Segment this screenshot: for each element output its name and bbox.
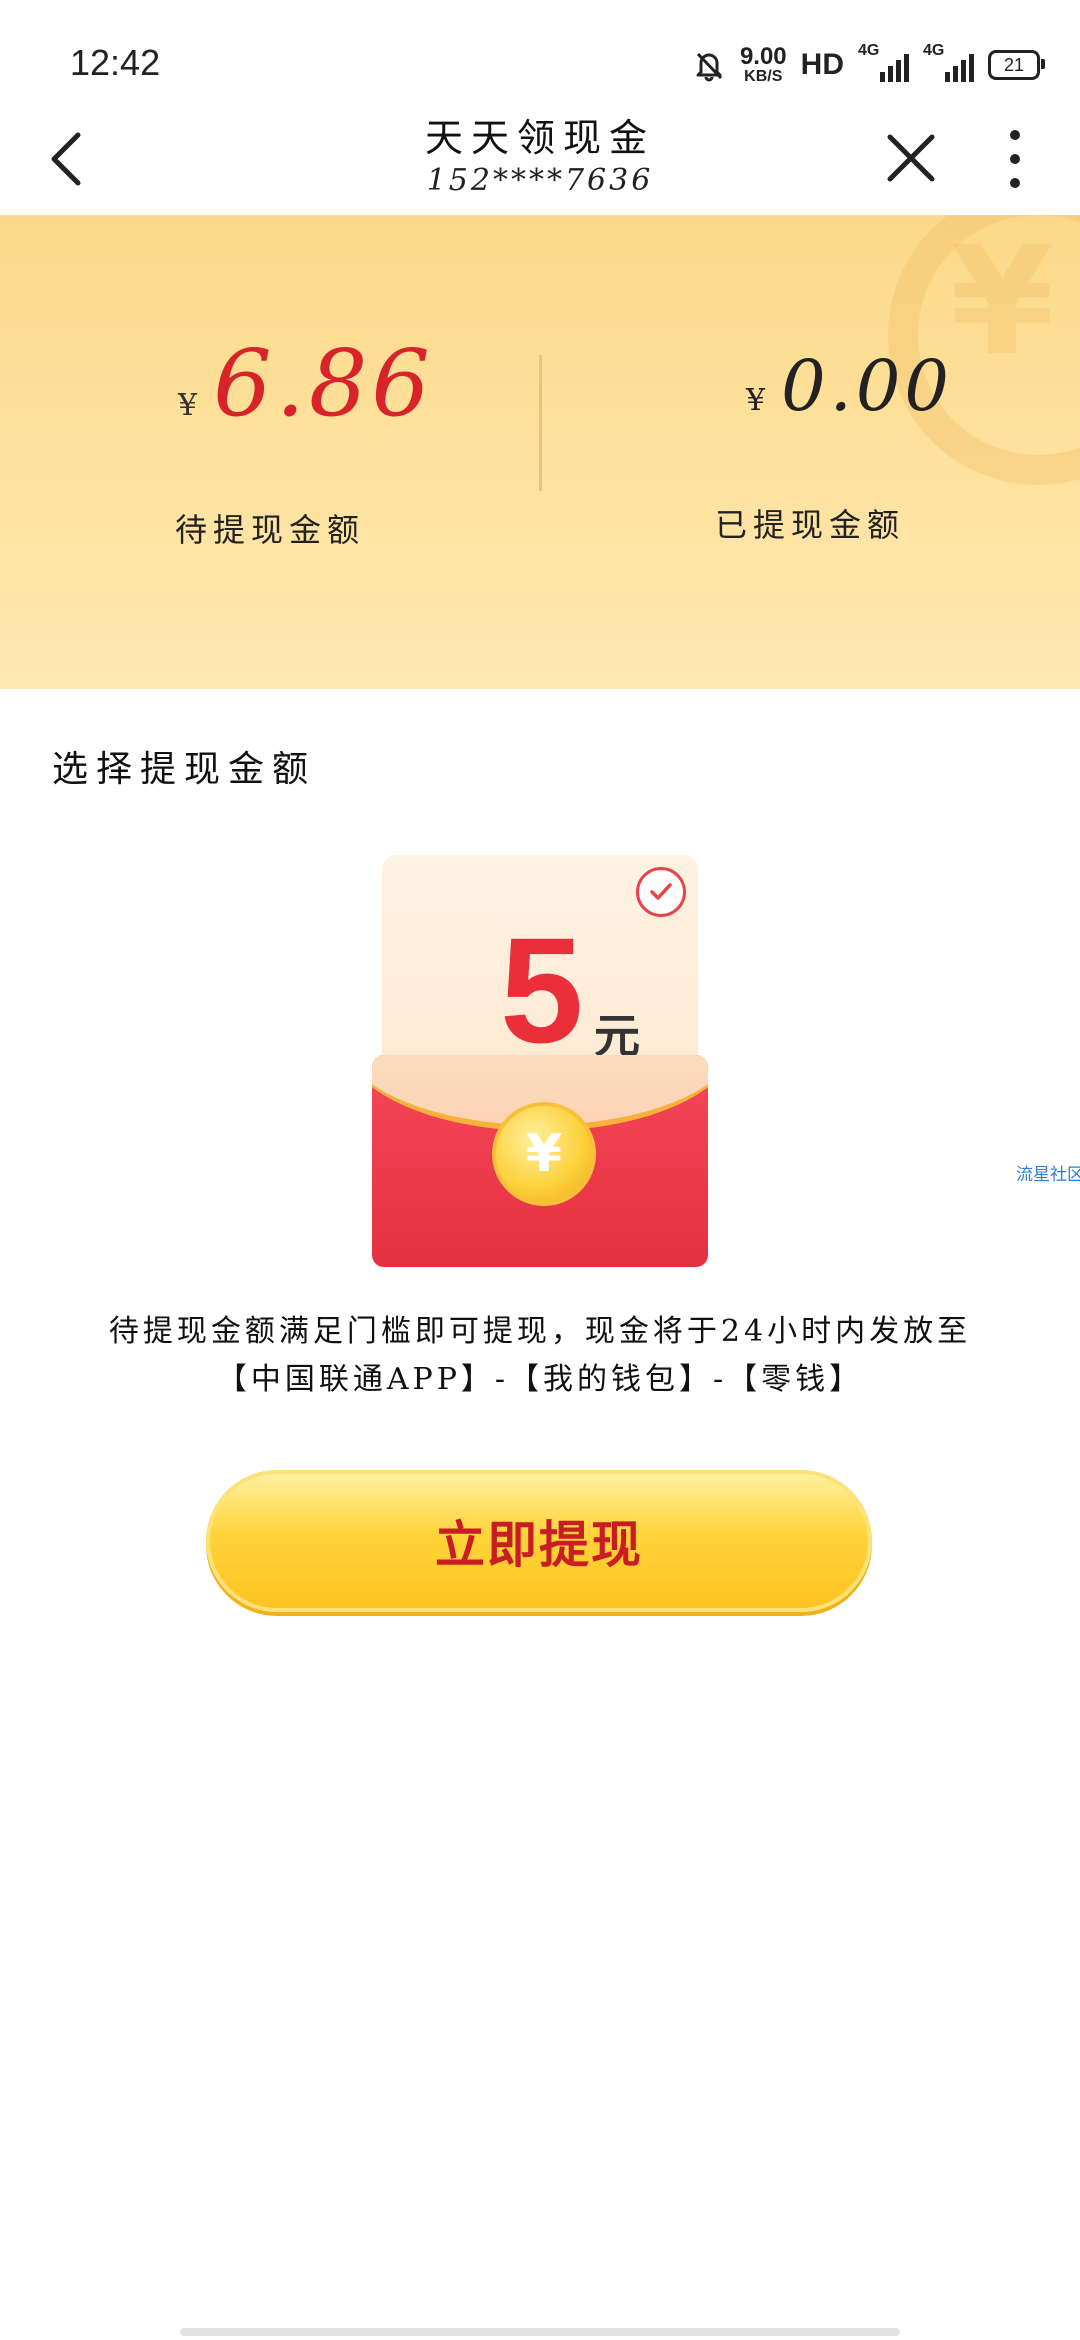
balance-banner: ¥ ¥ 6.86 ¥ 0.00 待提现金额 已提现金额 (0, 215, 1080, 689)
option-value: 5 (500, 906, 584, 1074)
withdrawn-currency: ¥ (746, 383, 766, 418)
more-button[interactable] (990, 123, 1040, 193)
watermark-text: 流星社区 (1016, 1165, 1080, 1184)
net-speed-value: 9.00 (739, 43, 787, 70)
close-icon (887, 134, 935, 182)
home-indicator[interactable] (180, 2328, 900, 2336)
withdrawn-amount: ¥ 0.00 (746, 345, 953, 427)
pending-amount: ¥ 6.86 (178, 330, 434, 437)
pending-amount-label: 待提现金额 (175, 511, 366, 549)
bell-muted-icon (696, 52, 723, 82)
status-bar: 12:42 9.00 KB/S HD 4G 4G 21 (0, 0, 1080, 105)
signal-icon-1: 4G (858, 42, 909, 82)
more-vertical-icon (1010, 130, 1020, 188)
nav-bar: 天天领现金 152****7636 (0, 105, 1080, 215)
close-button[interactable] (878, 123, 944, 193)
battery-icon: 21 (988, 50, 1045, 80)
withdraw-now-button[interactable]: 立即提现 (206, 1470, 872, 1612)
battery-level: 21 (1003, 54, 1025, 75)
signal-icon-2: 4G (923, 42, 974, 82)
signal-1-label: 4G (858, 42, 880, 59)
hd-label: HD (800, 48, 844, 81)
chevron-left-icon (51, 132, 81, 186)
decorative-yen-icon: ¥ (950, 215, 1055, 389)
back-button[interactable] (40, 123, 100, 193)
amount-option-card[interactable]: 5 元 ¥ (372, 855, 708, 1267)
yen-coin-icon: ¥ (492, 1102, 596, 1206)
withdraw-note: 待提现金额满足门槛即可提现，现金将于24小时内发放至【中国联通APP】-【我的钱… (108, 1314, 972, 1397)
net-speed-unit: KB/S (744, 68, 783, 85)
withdraw-button-label: 立即提现 (435, 1516, 643, 1574)
page-title: 天天领现金 (424, 116, 655, 160)
signal-2-label: 4G (923, 42, 945, 59)
pending-currency: ¥ (178, 388, 198, 423)
withdrawn-amount-label: 已提现金额 (715, 506, 906, 544)
withdrawn-amount-value: 0.00 (781, 345, 953, 427)
account-number: 152****7636 (426, 163, 654, 198)
banner-divider (539, 355, 542, 491)
status-time: 12:42 (70, 42, 161, 83)
select-amount-title: 选择提现金额 (52, 749, 317, 790)
check-circle-icon (636, 867, 686, 917)
pending-amount-value: 6.86 (213, 330, 434, 437)
net-speed: 9.00 KB/S (740, 45, 787, 85)
status-icons: 9.00 KB/S HD 4G 4G 21 (692, 40, 1045, 90)
